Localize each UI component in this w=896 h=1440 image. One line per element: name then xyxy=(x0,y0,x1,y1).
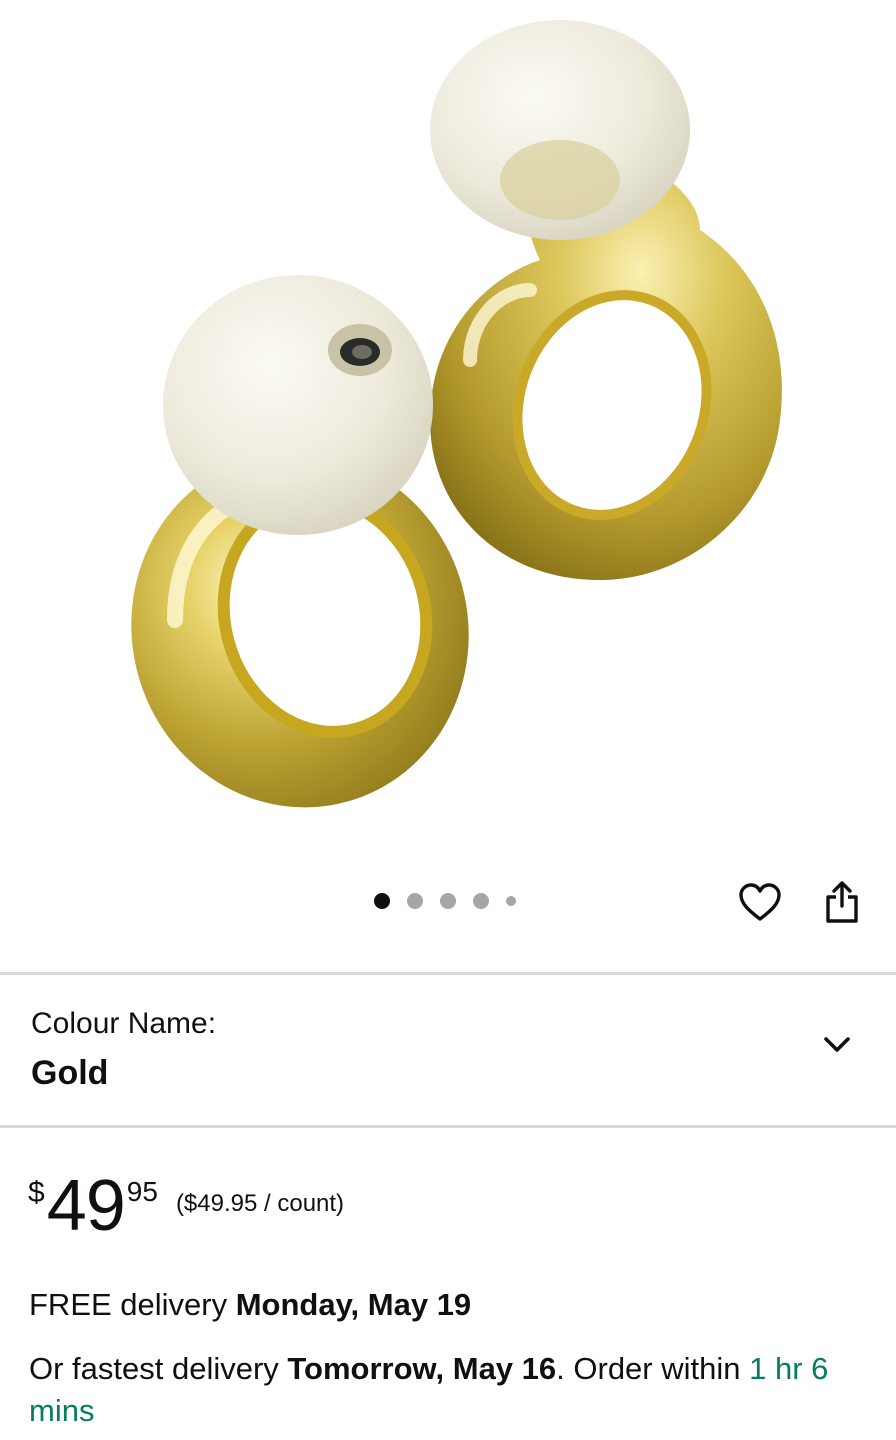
price-block: $ 49 95 ($49.95 / count) xyxy=(28,1170,344,1242)
heart-icon xyxy=(739,883,781,921)
product-image[interactable] xyxy=(0,0,896,860)
share-button[interactable] xyxy=(816,876,868,928)
fastest-delivery-message: Or fastest delivery Tomorrow, May 16. Or… xyxy=(29,1348,879,1432)
price-whole: 49 xyxy=(46,1166,126,1246)
colour-selector[interactable]: Colour Name: Gold xyxy=(0,975,896,1125)
free-delivery-prefix: FREE delivery xyxy=(29,1287,236,1322)
pagination-dot[interactable] xyxy=(407,893,423,909)
pagination-dot[interactable] xyxy=(506,896,516,906)
pagination-dot[interactable] xyxy=(440,893,456,909)
image-pagination[interactable] xyxy=(374,893,516,909)
free-delivery-date: Monday, May 19 xyxy=(235,1287,472,1322)
divider xyxy=(0,1125,896,1128)
free-delivery-message: FREE delivery Monday, May 19 xyxy=(29,1285,471,1325)
colour-value: Gold xyxy=(31,1054,109,1092)
pagination-dot[interactable] xyxy=(473,893,489,909)
fastest-delivery-prefix: Or fastest delivery xyxy=(29,1351,288,1386)
fastest-delivery-date: Tomorrow, May 16 xyxy=(287,1351,557,1386)
colour-label: Colour Name: xyxy=(31,1007,217,1040)
share-icon xyxy=(826,881,858,923)
order-within-text: . Order within xyxy=(556,1351,750,1386)
chevron-down-icon xyxy=(824,1037,850,1052)
pagination-dot-active[interactable] xyxy=(374,893,390,909)
price-currency: $ xyxy=(28,1176,45,1209)
price-fraction: 95 xyxy=(126,1176,158,1207)
price-per-unit: ($49.95 / count) xyxy=(175,1190,345,1217)
wishlist-button[interactable] xyxy=(734,876,786,928)
